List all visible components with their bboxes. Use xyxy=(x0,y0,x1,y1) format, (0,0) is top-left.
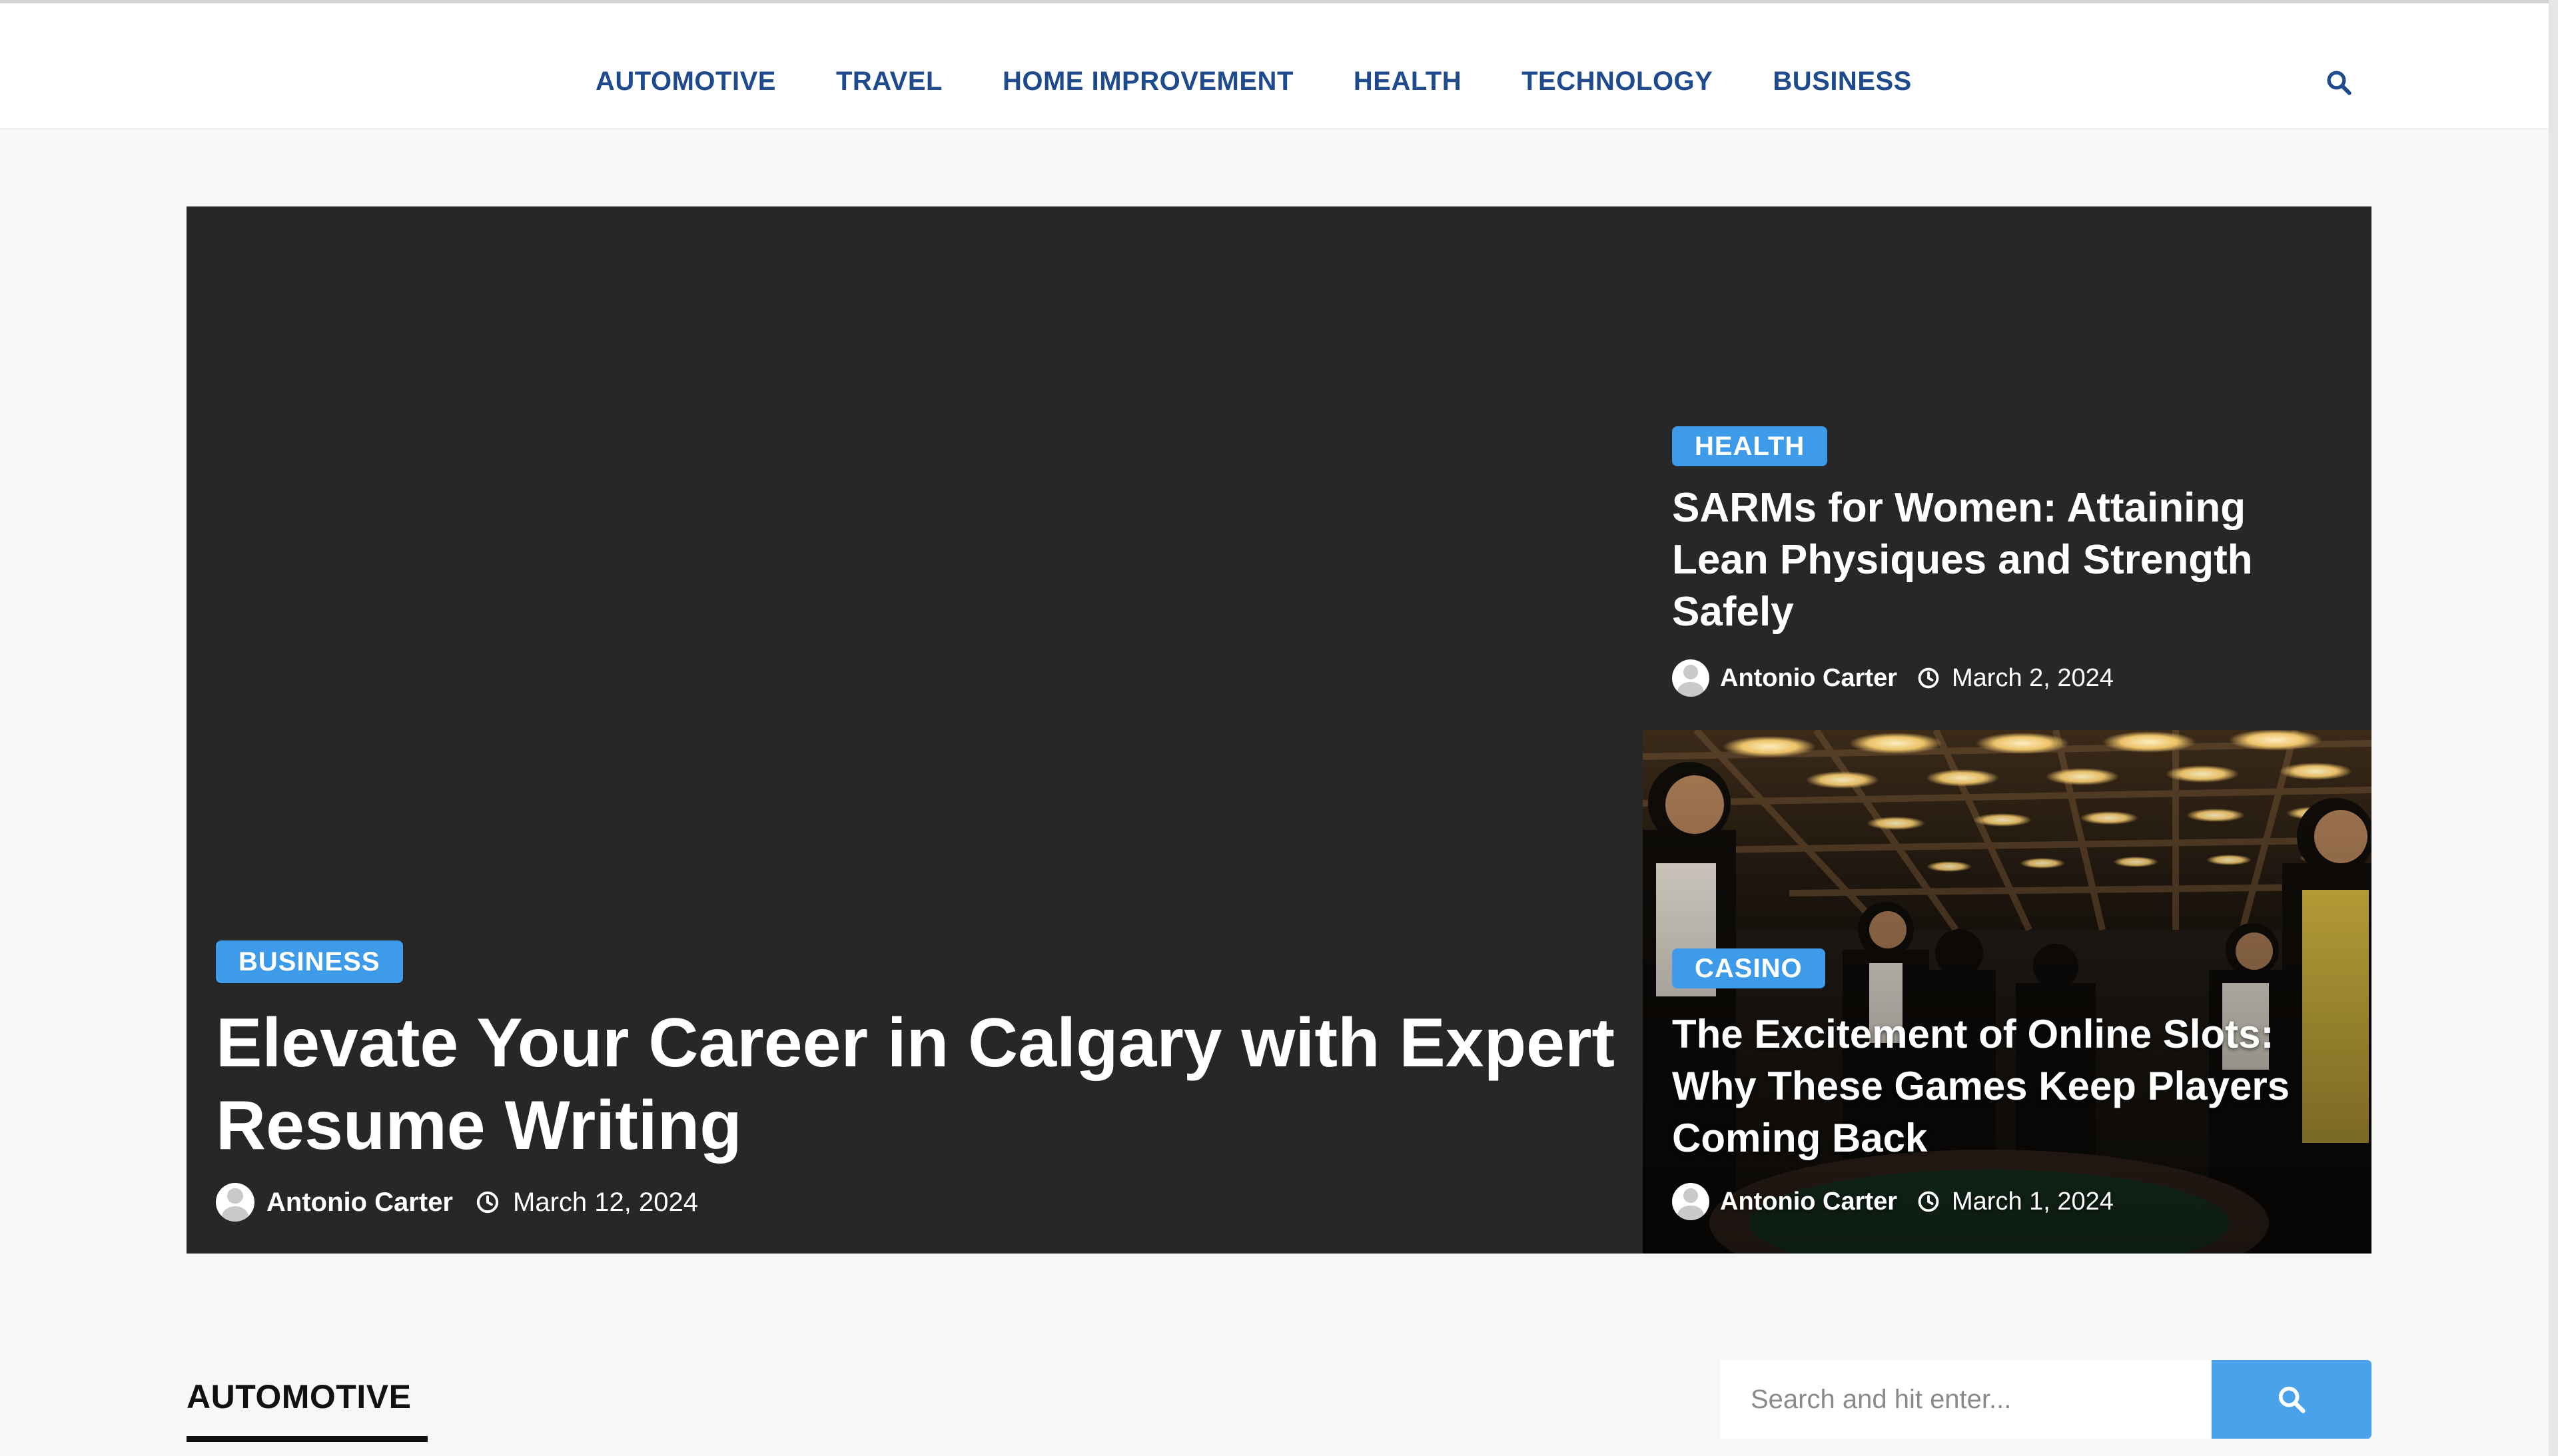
post-author[interactable]: Antonio Carter xyxy=(266,1188,453,1218)
side-post-health xyxy=(1643,206,2371,730)
nav-item-health[interactable]: HEALTH xyxy=(1354,67,1462,97)
nav-item-technology[interactable]: TECHNOLOGY xyxy=(1521,67,1713,97)
author-avatar xyxy=(216,1183,254,1222)
post-date: March 12, 2024 xyxy=(513,1187,698,1217)
clock-icon xyxy=(465,1189,501,1216)
side-post-title[interactable]: The Excitement of Online Slots: Why Thes… xyxy=(1672,1008,2345,1164)
featured-post-title[interactable]: Elevate Your Career in Calgary with Expe… xyxy=(216,1002,1681,1167)
post-date: March 2, 2024 xyxy=(1952,663,2114,692)
section-title-underline xyxy=(187,1436,428,1442)
clock-icon xyxy=(1908,665,1941,691)
scrollbar-track[interactable] xyxy=(2549,0,2558,1456)
casino-photo xyxy=(1643,730,2371,1254)
nav-item-home-improvement[interactable]: HOME IMPROVEMENT xyxy=(1003,67,1294,97)
author-avatar xyxy=(1672,1183,1709,1220)
category-badge-business[interactable]: BUSINESS xyxy=(216,940,403,983)
section-title-automotive: AUTOMOTIVE xyxy=(187,1378,412,1415)
site-header: AUTOMOTIVE TRAVEL HOME IMPROVEMENT HEALT… xyxy=(0,0,2558,129)
search-icon xyxy=(2327,71,2351,95)
category-badge-casino[interactable]: CASINO xyxy=(1672,948,1825,988)
nav-item-travel[interactable]: TRAVEL xyxy=(836,67,943,97)
search-submit-button[interactable] xyxy=(2212,1360,2371,1439)
post-date: March 1, 2024 xyxy=(1952,1187,2114,1216)
search-toggle-button[interactable] xyxy=(2324,67,2354,98)
author-avatar xyxy=(1672,659,1709,697)
side-post-meta: Antonio Carter March 1, 2024 xyxy=(1672,1183,2114,1220)
side-post-title[interactable]: SARMs for Women: Attaining Lean Physique… xyxy=(1672,482,2345,638)
post-author[interactable]: Antonio Carter xyxy=(1720,664,1897,693)
category-badge-health[interactable]: HEALTH xyxy=(1672,426,1828,466)
side-post-meta: Antonio Carter March 2, 2024 xyxy=(1672,659,2114,697)
sidebar-search-form xyxy=(1720,1360,2371,1439)
nav-item-automotive[interactable]: AUTOMOTIVE xyxy=(596,67,776,97)
nav-item-business[interactable]: BUSINESS xyxy=(1773,67,1912,97)
post-author[interactable]: Antonio Carter xyxy=(1720,1188,1897,1216)
featured-post-meta: Antonio Carter March 12, 2024 xyxy=(216,1183,698,1222)
search-icon xyxy=(2278,1386,2306,1413)
search-input[interactable] xyxy=(1720,1360,2212,1439)
side-post-casino-image[interactable] xyxy=(1643,730,2371,1254)
main-nav: AUTOMOTIVE TRAVEL HOME IMPROVEMENT HEALT… xyxy=(596,65,1912,98)
clock-icon xyxy=(1908,1189,1941,1214)
